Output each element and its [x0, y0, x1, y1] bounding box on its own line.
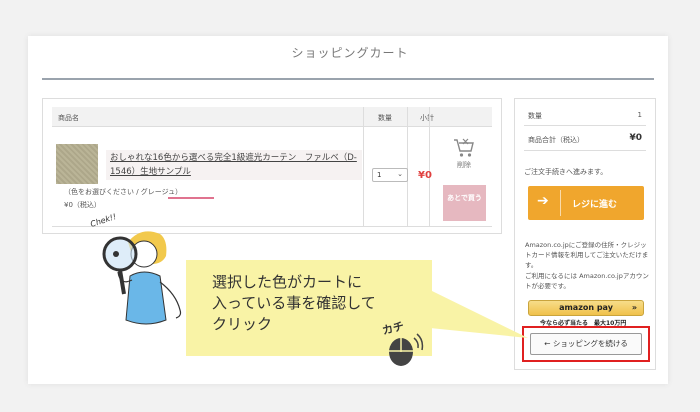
summary-qty-label: 数量 [528, 112, 542, 120]
callout-text: 選択した色がカートに 入っている事を確認して クリック [212, 272, 376, 335]
product-color: （色をお選びください / グレージュ） [64, 188, 183, 196]
amazon-pay-text-1: Amazon.co.jpにご登録の住所・クレジットカード情報を利用してご注文いた… [525, 241, 649, 269]
summary-qty-value: 1 [637, 111, 642, 119]
page-title: ショッピングカート [291, 46, 409, 60]
header-product-name: 商品名 [58, 114, 79, 122]
checkout-button-label: レジに進む [572, 200, 618, 210]
girl-with-magnifier-illustration [102, 231, 182, 325]
quantity-value: 1 [377, 171, 382, 179]
save-for-later-button[interactable]: あとで買う [443, 185, 486, 221]
item-subtotal: ¥0 [418, 170, 432, 181]
checkout-button[interactable]: ➔ レジに進む [528, 186, 644, 220]
summary-divider [524, 150, 646, 151]
amazon-pay-description: Amazon.co.jpにご登録の住所・クレジットカード情報を利用してご注文いた… [525, 240, 651, 291]
delete-label[interactable]: 削除 [450, 160, 478, 170]
header-subtotal: 小計 [420, 114, 434, 122]
arrow-right-icon: ➔ [537, 193, 549, 209]
header-quantity: 数量 [378, 114, 392, 122]
callout-line-3: クリック [212, 315, 273, 333]
color-highlight-underline [168, 197, 214, 199]
button-separator [560, 190, 561, 216]
summary-total-value: ¥0 [629, 133, 642, 143]
amazon-pay-text-2: ご利用になるには Amazon.co.jpアカウントが必要です。 [525, 272, 649, 290]
mouse-click-icon [389, 333, 424, 366]
summary-divider [524, 125, 646, 126]
callout-line-1: 選択した色がカートに [212, 273, 363, 291]
product-price: ¥0（税込） [64, 201, 101, 209]
continue-shopping-button[interactable]: ← ショッピングを続ける [530, 333, 642, 355]
checkout-note: ご注文手続きへ進みます。 [524, 168, 608, 176]
column-divider [407, 107, 408, 227]
product-name-link[interactable]: おしゃれな16色から選べる完全1級遮光カーテン ファルベ（D-1546）生地サン… [106, 150, 362, 180]
callout-pointer [430, 290, 528, 338]
column-divider [363, 107, 364, 227]
cart-delete-icon [454, 138, 474, 157]
callout-line-2: 入っている事を確認して [212, 294, 376, 312]
table-header: 商品名 数量 小計 [52, 107, 492, 127]
product-thumbnail[interactable] [56, 144, 98, 184]
title-divider [42, 78, 654, 80]
quantity-select[interactable]: 1 ⌄ [372, 168, 408, 182]
column-divider [429, 107, 430, 227]
double-chevron-right-icon: » [631, 303, 637, 312]
summary-total-label: 商品合計（税込） [528, 136, 584, 144]
amazon-pay-button[interactable]: amazon pay » [528, 300, 644, 316]
chevron-down-icon: ⌄ [397, 170, 403, 178]
delete-button[interactable] [450, 138, 478, 162]
amazon-pay-label: amazon pay [559, 303, 613, 312]
